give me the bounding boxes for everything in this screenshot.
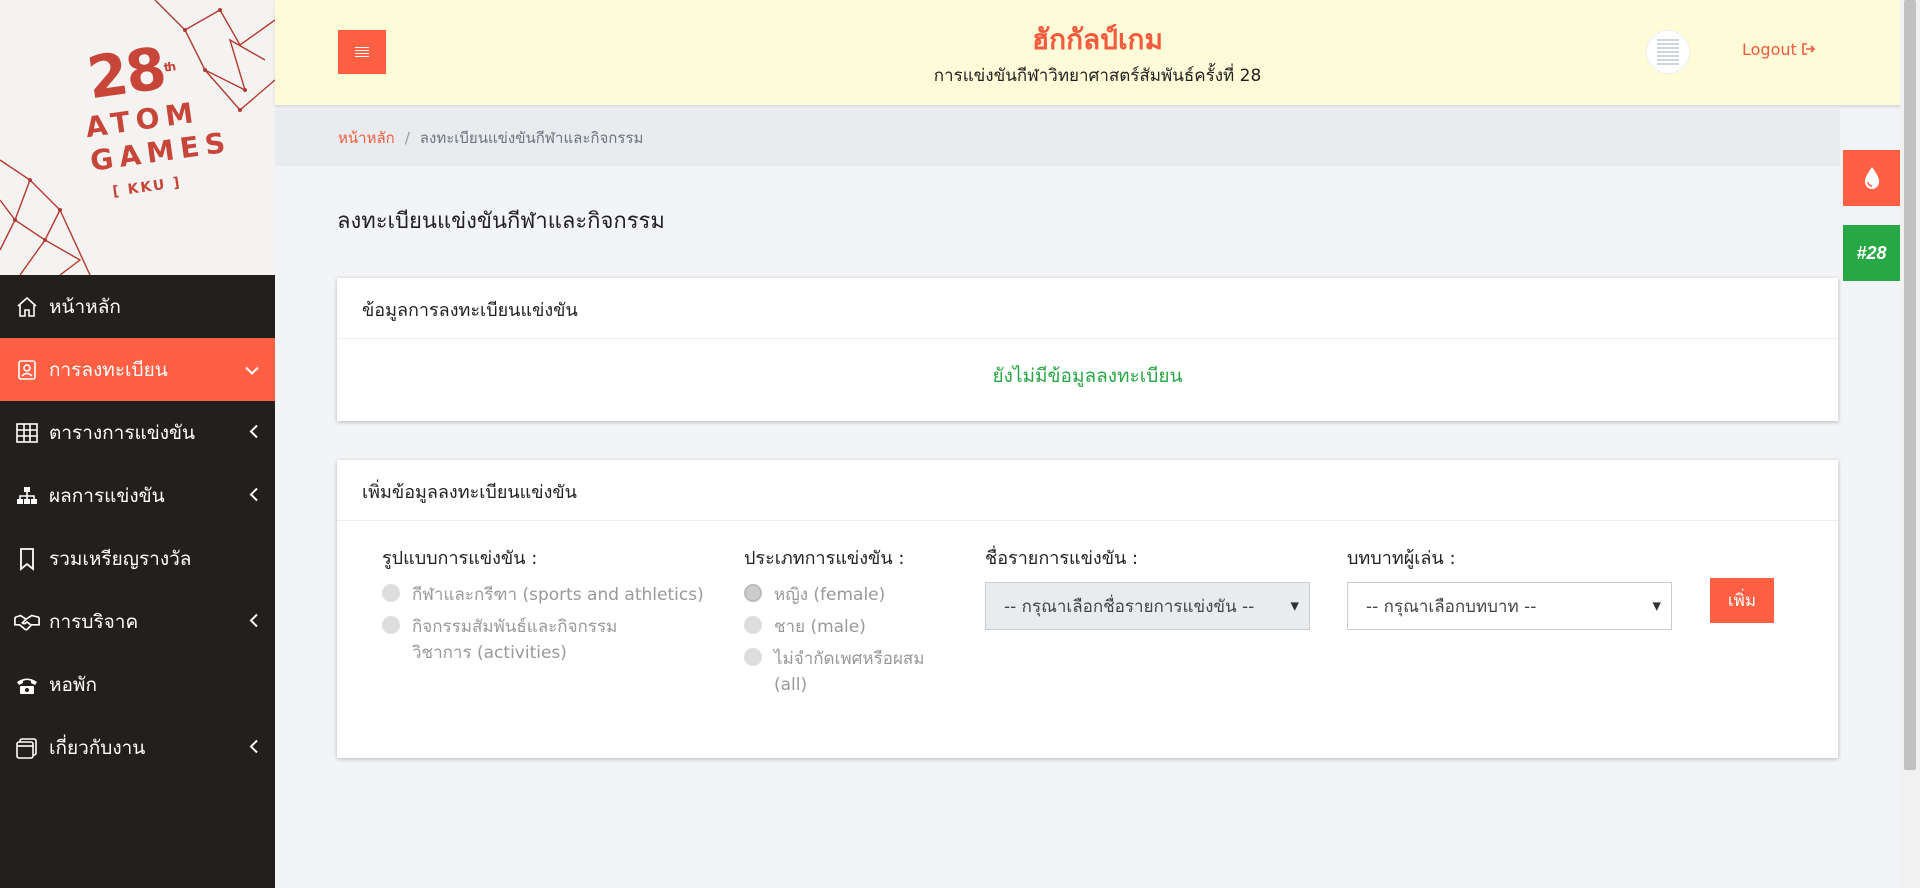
role-label: บทบาทผู้เล่น :	[1347, 548, 1456, 569]
registration-info-card: ข้อมูลการลงทะเบียนแข่งขัน ยังไม่มีข้อมูล…	[337, 278, 1838, 421]
type-radio-female[interactable]: หญิง (female)	[744, 582, 944, 608]
card-heading: ข้อมูลการลงทะเบียนแข่งขัน	[337, 278, 1838, 339]
sidebar-item-home[interactable]: หน้าหลัก	[0, 275, 275, 338]
card-heading: เพิ่มข้อมูลลงทะเบียนแข่งขัน	[337, 460, 1838, 521]
select-value: -- กรุณาเลือกชื่อรายการแข่งขัน --	[1004, 596, 1255, 617]
scrollbar-thumb[interactable]	[1904, 0, 1916, 770]
type-group: ประเภทการแข่งขัน : หญิง (female) ชาย (ma…	[744, 543, 944, 704]
window-icon	[14, 735, 40, 761]
avatar[interactable]	[1646, 30, 1690, 74]
radio-label: ไม่จำกัดเพศหรือผสม (all)	[774, 649, 925, 695]
sidebar-item-medals[interactable]: รวมเหรียญรางวัล	[0, 527, 275, 590]
radio-label: กิจกรรมสัมพันธ์และกิจกรรมวิชาการ (activi…	[412, 617, 618, 663]
type-radio-male[interactable]: ชาย (male)	[744, 614, 944, 640]
caret-down-icon: ▼	[1652, 599, 1661, 613]
sidebar: 28th ATOM GAMES [ KKU ] หน้าหลัก การลงทะ…	[0, 0, 275, 888]
format-radio-activities[interactable]: กิจกรรมสัมพันธ์และกิจกรรมวิชาการ (activi…	[382, 614, 712, 666]
bookmark-icon	[14, 546, 40, 572]
radio-circle	[744, 616, 762, 634]
chevron-left-icon	[249, 486, 259, 505]
sidebar-item-donation[interactable]: การบริจาค	[0, 590, 275, 653]
sidebar-item-label: หน้าหลัก	[49, 295, 121, 318]
logout-label: Logout	[1742, 40, 1797, 59]
radio-circle	[382, 584, 400, 602]
page-scrollbar[interactable]	[1900, 0, 1920, 888]
empty-message: ยังไม่มีข้อมูลลงทะเบียน	[992, 365, 1183, 387]
radio-label: ชาย (male)	[774, 617, 866, 637]
sitemap-icon	[14, 483, 40, 509]
avatar-image	[1657, 39, 1679, 65]
sidebar-item-registration[interactable]: การลงทะเบียน	[0, 338, 275, 401]
register-icon	[14, 357, 40, 383]
role-select[interactable]: -- กรุณาเลือกบทบาท -- ▼	[1347, 582, 1672, 630]
sidebar-item-label: หอพัก	[49, 673, 97, 696]
radio-label: กีฬาและกรีฑา (sports and athletics)	[412, 585, 704, 605]
sidebar-item-label: การบริจาค	[49, 610, 139, 633]
chevron-left-icon	[249, 738, 259, 757]
sign-out-icon	[1802, 43, 1816, 55]
breadcrumb-separator: /	[404, 129, 410, 147]
breadcrumb: หน้าหลัก / ลงทะเบียนแข่งขันกีฬาและกิจกรร…	[275, 110, 1840, 166]
breadcrumb-current: ลงทะเบียนแข่งขันกีฬาและกิจกรรม	[419, 129, 644, 147]
radio-circle	[744, 648, 762, 666]
logo-suffix: th	[162, 59, 176, 75]
add-button[interactable]: เพิ่ม	[1710, 578, 1774, 623]
page-title: ลงทะเบียนแข่งขันกีฬาและกิจกรรม	[337, 209, 665, 234]
logo-text: 28th ATOM GAMES [ KKU ]	[75, 33, 233, 204]
sidebar-item-about[interactable]: เกี่ยวกับงาน	[0, 716, 275, 779]
sidebar-item-label: ผลการแข่งขัน	[49, 484, 165, 507]
chevron-left-icon	[249, 423, 259, 442]
table-grid-icon	[14, 420, 40, 446]
sidebar-item-label: การลงทะเบียน	[49, 358, 168, 381]
chevron-left-icon	[249, 612, 259, 631]
select-value: -- กรุณาเลือกบทบาท --	[1366, 596, 1537, 617]
sidebar-nav: หน้าหลัก การลงทะเบียน ตารางการแข่งขัน ผล…	[0, 275, 275, 779]
home-icon	[14, 294, 40, 320]
breadcrumb-home-link[interactable]: หน้าหลัก	[338, 126, 395, 150]
radio-circle	[744, 584, 762, 602]
event-name-select[interactable]: -- กรุณาเลือกชื่อรายการแข่งขัน -- ▼	[985, 582, 1310, 630]
type-label: ประเภทการแข่งขัน :	[744, 548, 905, 569]
registration-form: รูปแบบการแข่งขัน : กีฬาและกรีฑา (sports …	[337, 521, 1838, 757]
event-name-label: ชื่อรายการแข่งขัน :	[985, 548, 1139, 569]
logout-link[interactable]: Logout	[1742, 40, 1816, 59]
event-name-group: ชื่อรายการแข่งขัน : -- กรุณาเลือกชื่อราย…	[985, 543, 1310, 630]
sidebar-item-dormitory[interactable]: หอพัก	[0, 653, 275, 716]
blood-donation-button[interactable]	[1843, 150, 1900, 206]
handshake-icon	[14, 609, 40, 635]
sidebar-item-label: ตารางการแข่งขัน	[49, 421, 196, 444]
radio-circle	[382, 616, 400, 634]
sidebar-item-schedule[interactable]: ตารางการแข่งขัน	[0, 401, 275, 464]
type-radio-all[interactable]: ไม่จำกัดเพศหรือผสม (all)	[744, 646, 944, 698]
add-registration-card: เพิ่มข้อมูลลงทะเบียนแข่งขัน รูปแบบการแข่…	[337, 460, 1838, 758]
sidebar-item-results[interactable]: ผลการแข่งขัน	[0, 464, 275, 527]
phone-icon	[14, 672, 40, 698]
blood-drop-icon	[1864, 167, 1879, 189]
caret-down-icon: ▼	[1290, 599, 1299, 613]
format-group: รูปแบบการแข่งขัน : กีฬาและกรีฑา (sports …	[382, 543, 712, 672]
chevron-down-icon	[245, 360, 259, 379]
radio-label: หญิง (female)	[774, 585, 886, 605]
edition-badge-button[interactable]: #28	[1843, 225, 1900, 281]
sidebar-item-label: รวมเหรียญรางวัล	[49, 547, 192, 570]
top-header: ฮักกัลป์เกม การแข่งขันกีฬาวิทยาศาสตร์สัม…	[275, 0, 1920, 105]
format-label: รูปแบบการแข่งขัน :	[382, 548, 538, 569]
event-logo[interactable]: 28th ATOM GAMES [ KKU ]	[0, 0, 275, 275]
format-radio-sports[interactable]: กีฬาและกรีฑา (sports and athletics)	[382, 582, 712, 608]
sidebar-item-label: เกี่ยวกับงาน	[49, 736, 146, 759]
role-group: บทบาทผู้เล่น : -- กรุณาเลือกบทบาท -- ▼	[1347, 543, 1672, 630]
